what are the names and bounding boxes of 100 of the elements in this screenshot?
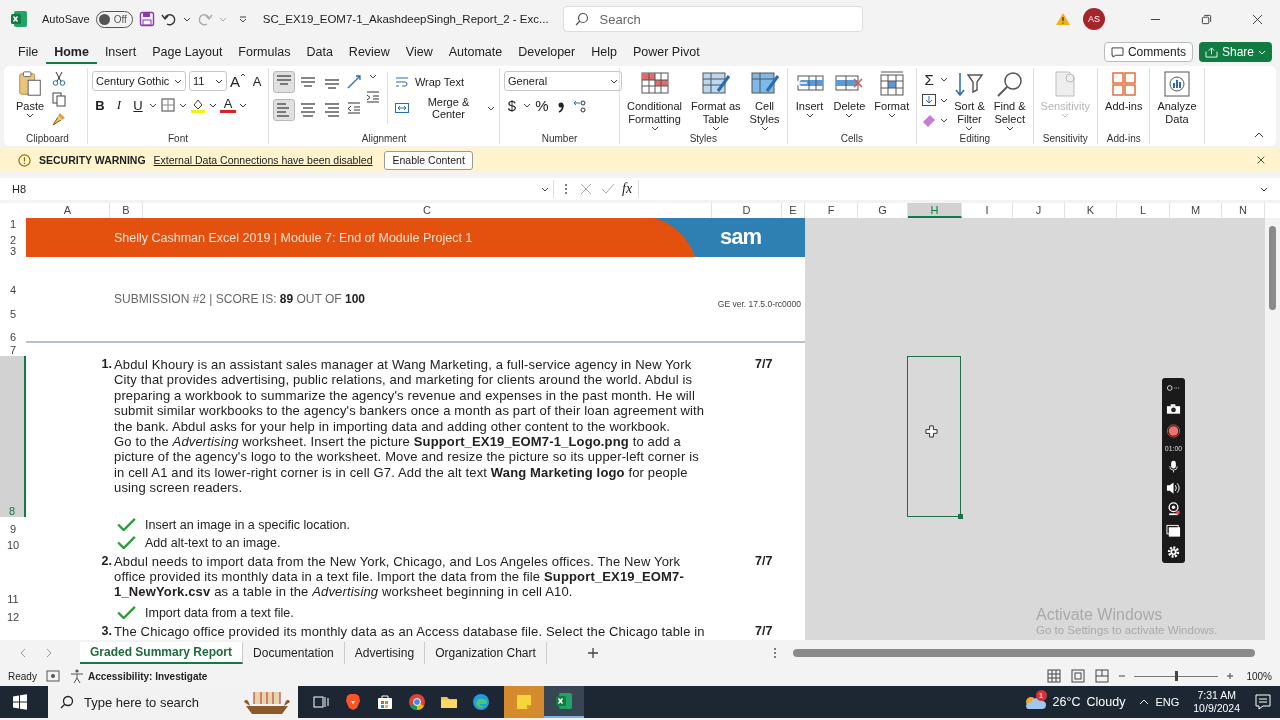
row-header[interactable]: 4 <box>0 257 26 296</box>
next-sheet-icon[interactable] <box>46 648 52 658</box>
weather-text[interactable]: Cloudy <box>1086 695 1126 709</box>
ribbon-tab[interactable]: Insert <box>96 40 145 64</box>
ribbon-tab[interactable]: Developer <box>510 40 584 64</box>
font-color-button[interactable]: A <box>220 97 236 113</box>
zoom-slider-thumb[interactable] <box>1175 670 1179 681</box>
fill-down-icon[interactable] <box>921 92 938 108</box>
add-sheet-icon[interactable] <box>586 647 599 659</box>
decrease-indent-icon[interactable] <box>346 100 362 116</box>
ribbon-tab[interactable]: Data <box>298 40 341 64</box>
store-icon[interactable] <box>376 693 394 711</box>
fill-color-icon[interactable] <box>190 97 206 113</box>
ribbon-tab[interactable]: View <box>397 40 441 64</box>
font-size-field[interactable]: 11 <box>189 71 227 91</box>
row-header[interactable]: 5 <box>0 296 26 320</box>
close-icon[interactable] <box>1252 13 1263 25</box>
grow-font-button[interactable]: A <box>230 72 246 90</box>
paste-button[interactable]: Paste <box>12 68 48 120</box>
task-view-icon[interactable] <box>312 693 330 711</box>
row-header[interactable]: 1 <box>0 218 26 230</box>
caret-icon[interactable] <box>940 97 949 103</box>
restore-icon[interactable] <box>1201 13 1212 25</box>
increase-indent-icon[interactable] <box>365 89 381 105</box>
horizontal-scrollbar[interactable] <box>793 648 1255 658</box>
lion-browser-icon[interactable] <box>344 693 362 711</box>
settings-icon[interactable] <box>1166 545 1181 559</box>
excel-logo-icon[interactable] <box>555 692 573 710</box>
merge-center-button[interactable]: Merge & Center <box>393 98 495 118</box>
speaker-icon[interactable] <box>1166 480 1181 495</box>
row-header[interactable]: 8 <box>0 356 26 517</box>
align-button[interactable] <box>273 71 295 93</box>
ribbon-tab[interactable]: Page Layout <box>144 40 231 64</box>
ribbon-tab[interactable]: Automate <box>440 40 511 64</box>
decimal-icon[interactable] <box>572 97 588 114</box>
ribbon-button[interactable]: Find & Select <box>990 68 1029 133</box>
caret-icon[interactable] <box>149 102 157 108</box>
chrome-icon[interactable] <box>408 693 426 711</box>
row-header[interactable]: 11 <box>0 551 26 605</box>
ribbon-button[interactable]: Format as Table <box>688 68 744 133</box>
scissors-icon[interactable] <box>51 71 67 87</box>
ribbon-button[interactable]: Sort & Filter <box>951 68 988 133</box>
caret-icon[interactable] <box>182 16 191 22</box>
clock-date[interactable]: 10/9/2024 <box>1193 702 1240 715</box>
caret-icon[interactable] <box>179 102 187 108</box>
caret-icon[interactable] <box>369 74 377 79</box>
ribbon-tab[interactable]: Power Pivot <box>624 40 708 64</box>
user-avatar[interactable]: AS <box>1083 8 1105 30</box>
row-header[interactable]: 2 <box>0 230 26 246</box>
ribbon-tab[interactable]: File <box>10 40 47 64</box>
chevron-up-icon[interactable] <box>1139 699 1150 705</box>
sheet-tab[interactable]: Documentation <box>243 642 345 664</box>
record-icon[interactable] <box>1166 423 1181 438</box>
ribbon-button[interactable]: Delete <box>830 68 869 120</box>
row-header[interactable]: 3 <box>0 246 26 257</box>
paintbrush-icon[interactable] <box>51 111 67 127</box>
more-icon[interactable] <box>564 182 568 196</box>
ribbon-tab[interactable]: Formulas <box>230 40 299 64</box>
screens-icon[interactable] <box>1166 523 1181 538</box>
row-header[interactable]: 6 <box>0 320 26 343</box>
save-icon[interactable] <box>138 11 155 27</box>
search-field[interactable]: Search <box>562 6 863 32</box>
undo-icon[interactable] <box>160 11 177 27</box>
sheet-tab[interactable]: Advertising <box>344 642 426 664</box>
zoom-percent[interactable]: 100% <box>1246 670 1272 682</box>
wrap-text-button[interactable]: Wrap Text <box>393 72 465 92</box>
collapse-ribbon-icon[interactable] <box>1254 132 1264 138</box>
ribbon-button[interactable]: Format <box>871 68 913 120</box>
camera-icon[interactable] <box>1166 402 1181 417</box>
previous-sheet-icon[interactable] <box>20 648 26 658</box>
clock-time[interactable]: 7:31 AM <box>1197 689 1236 702</box>
shrink-font-button[interactable]: A <box>249 73 265 89</box>
caret-icon[interactable] <box>209 102 217 108</box>
macro-icon[interactable] <box>44 668 61 684</box>
bold-button[interactable]: B <box>92 97 108 113</box>
row-header[interactable]: 10 <box>0 535 26 551</box>
warning-message-link[interactable]: External Data Connections have been disabled <box>153 154 373 166</box>
name-box[interactable]: H8 <box>8 180 554 198</box>
edge-icon[interactable] <box>472 693 490 711</box>
normal-view-icon[interactable] <box>1046 668 1063 684</box>
ribbon-tab[interactable]: Home <box>46 40 97 64</box>
caret-icon[interactable] <box>940 117 949 123</box>
page-layout-icon[interactable] <box>1070 668 1087 684</box>
row-header[interactable]: 7 <box>0 343 26 356</box>
warning-icon[interactable] <box>1055 12 1071 26</box>
sheet-tab[interactable]: Graded Summary Report <box>80 642 244 664</box>
ribbon-button[interactable]: Analyze Data <box>1154 68 1200 128</box>
caret-icon[interactable] <box>523 103 531 108</box>
share-button[interactable]: Share <box>1198 42 1272 62</box>
close-icon[interactable] <box>1256 155 1266 165</box>
ribbon-button[interactable]: Conditional Formatting <box>624 68 686 133</box>
caret-icon[interactable] <box>940 77 949 82</box>
language-indicator[interactable]: ENG <box>1155 696 1180 708</box>
font-name-field[interactable]: Century Gothic <box>92 71 186 91</box>
vertical-scrollbar[interactable] <box>1265 218 1280 640</box>
zoom-in-icon[interactable] <box>1226 672 1235 680</box>
sheet-tab[interactable]: Organization Chart <box>425 642 547 664</box>
orientation-icon[interactable] <box>346 74 362 90</box>
webcam-icon[interactable] <box>1166 502 1181 517</box>
windows-logo-icon[interactable] <box>12 694 28 710</box>
